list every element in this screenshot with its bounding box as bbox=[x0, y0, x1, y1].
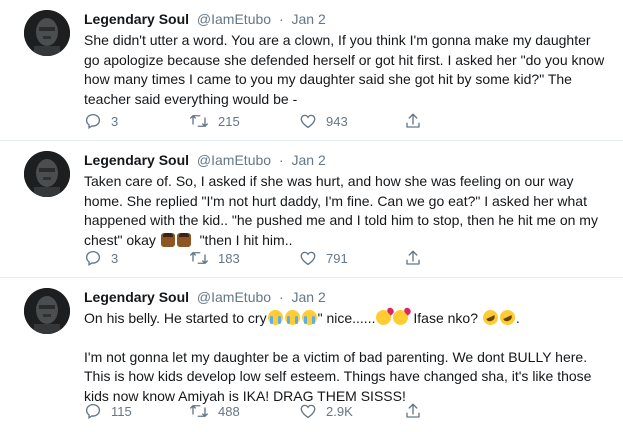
tweet-paragraph: Taken care of. So, I asked if she was hu… bbox=[84, 172, 609, 250]
like-button[interactable]: 943 bbox=[299, 112, 348, 130]
reply-count: 3 bbox=[111, 113, 119, 129]
retweet-count: 183 bbox=[218, 250, 240, 266]
retweet-button[interactable]: 183 bbox=[189, 249, 240, 267]
tweet-1[interactable]: Legendary Soul @IamEtubo · Jan 2 She did… bbox=[0, 0, 623, 141]
text-segment: " nice...... bbox=[317, 310, 376, 326]
like-count: 791 bbox=[326, 250, 348, 266]
tweet-3[interactable]: Legendary Soul @IamEtubo · Jan 2 On his … bbox=[0, 278, 623, 432]
reply-count: 3 bbox=[111, 250, 119, 266]
man-shrugging-emoji bbox=[160, 232, 175, 247]
share-icon bbox=[406, 113, 420, 128]
reply-icon bbox=[85, 403, 101, 419]
display-name[interactable]: Legendary Soul bbox=[84, 11, 189, 27]
face-blowing-kiss-emoji bbox=[376, 310, 392, 325]
tweet-actions: 3 215 943 bbox=[84, 112, 524, 132]
avatar[interactable] bbox=[24, 288, 70, 334]
retweet-count: 215 bbox=[218, 113, 240, 129]
retweet-button[interactable]: 488 bbox=[189, 402, 240, 420]
separator-dot: · bbox=[278, 289, 284, 305]
text-segment: Ifase nko? bbox=[413, 310, 478, 326]
tweet-header: Legendary Soul @IamEtubo · Jan 2 bbox=[84, 11, 326, 27]
like-count: 2.9K bbox=[326, 403, 353, 419]
reply-button[interactable]: 3 bbox=[84, 112, 118, 130]
rolling-on-floor-laughing-emoji bbox=[497, 307, 518, 328]
reply-button[interactable]: 115 bbox=[84, 402, 132, 420]
display-name[interactable]: Legendary Soul bbox=[84, 152, 189, 168]
share-button[interactable] bbox=[404, 249, 422, 267]
share-button[interactable] bbox=[404, 402, 422, 420]
reply-count: 115 bbox=[111, 403, 132, 419]
reply-icon bbox=[85, 250, 101, 266]
retweet-icon bbox=[190, 405, 208, 417]
separator-dot: · bbox=[278, 11, 284, 27]
text-segment: "then I hit him.. bbox=[199, 231, 293, 248]
user-handle[interactable]: @IamEtubo bbox=[197, 289, 271, 305]
display-name[interactable]: Legendary Soul bbox=[84, 289, 189, 305]
text-segment: . bbox=[515, 310, 520, 326]
tweet-header: Legendary Soul @IamEtubo · Jan 2 bbox=[84, 152, 326, 168]
loudly-crying-face-emoji bbox=[301, 310, 317, 325]
text-segment: On his belly. He started to cry bbox=[84, 310, 267, 326]
tweet-paragraph: On his belly. He started to cry " nice...… bbox=[84, 307, 609, 329]
tweet-text: She didn't utter a word. You are a clown… bbox=[84, 31, 609, 109]
like-count: 943 bbox=[326, 113, 348, 129]
like-icon bbox=[300, 404, 316, 419]
tweet-paragraph: She didn't utter a word. You are a clown… bbox=[84, 32, 605, 107]
tweet-header: Legendary Soul @IamEtubo · Jan 2 bbox=[84, 289, 326, 305]
like-button[interactable]: 791 bbox=[299, 249, 348, 267]
like-icon bbox=[300, 114, 316, 129]
reply-button[interactable]: 3 bbox=[84, 249, 118, 267]
loudly-crying-face-emoji bbox=[267, 310, 283, 325]
face-blowing-kiss-emoji bbox=[393, 310, 409, 325]
avatar[interactable] bbox=[24, 10, 70, 56]
tweet-paragraph: I'm not gonna let my daughter be a victi… bbox=[84, 348, 592, 404]
tweet-text: On his belly. He started to cry " nice...… bbox=[84, 307, 609, 406]
tweet-actions: 3 183 791 bbox=[84, 249, 524, 269]
share-button[interactable] bbox=[404, 112, 422, 130]
tweet-date[interactable]: Jan 2 bbox=[292, 289, 326, 305]
user-handle[interactable]: @IamEtubo bbox=[197, 152, 271, 168]
tweet-actions: 115 488 2.9K bbox=[84, 402, 524, 422]
rolling-on-floor-laughing-emoji bbox=[480, 307, 501, 328]
like-button[interactable]: 2.9K bbox=[299, 402, 353, 420]
retweet-count: 488 bbox=[218, 403, 240, 419]
tweet-date[interactable]: Jan 2 bbox=[292, 152, 326, 168]
tweet-2[interactable]: Legendary Soul @IamEtubo · Jan 2 Taken c… bbox=[0, 141, 623, 278]
retweet-icon bbox=[190, 252, 208, 264]
reply-icon bbox=[85, 113, 101, 129]
share-icon bbox=[406, 403, 420, 418]
user-handle[interactable]: @IamEtubo bbox=[197, 11, 271, 27]
separator-dot: · bbox=[278, 152, 284, 168]
tweet-date[interactable]: Jan 2 bbox=[292, 11, 326, 27]
man-shrugging-emoji bbox=[176, 232, 191, 247]
loudly-crying-face-emoji bbox=[284, 310, 300, 325]
retweet-icon bbox=[190, 115, 208, 127]
avatar[interactable] bbox=[24, 151, 70, 197]
tweet-text: Taken care of. So, I asked if she was hu… bbox=[84, 172, 609, 250]
retweet-button[interactable]: 215 bbox=[189, 112, 240, 130]
share-icon bbox=[406, 250, 420, 265]
like-icon bbox=[300, 251, 316, 266]
